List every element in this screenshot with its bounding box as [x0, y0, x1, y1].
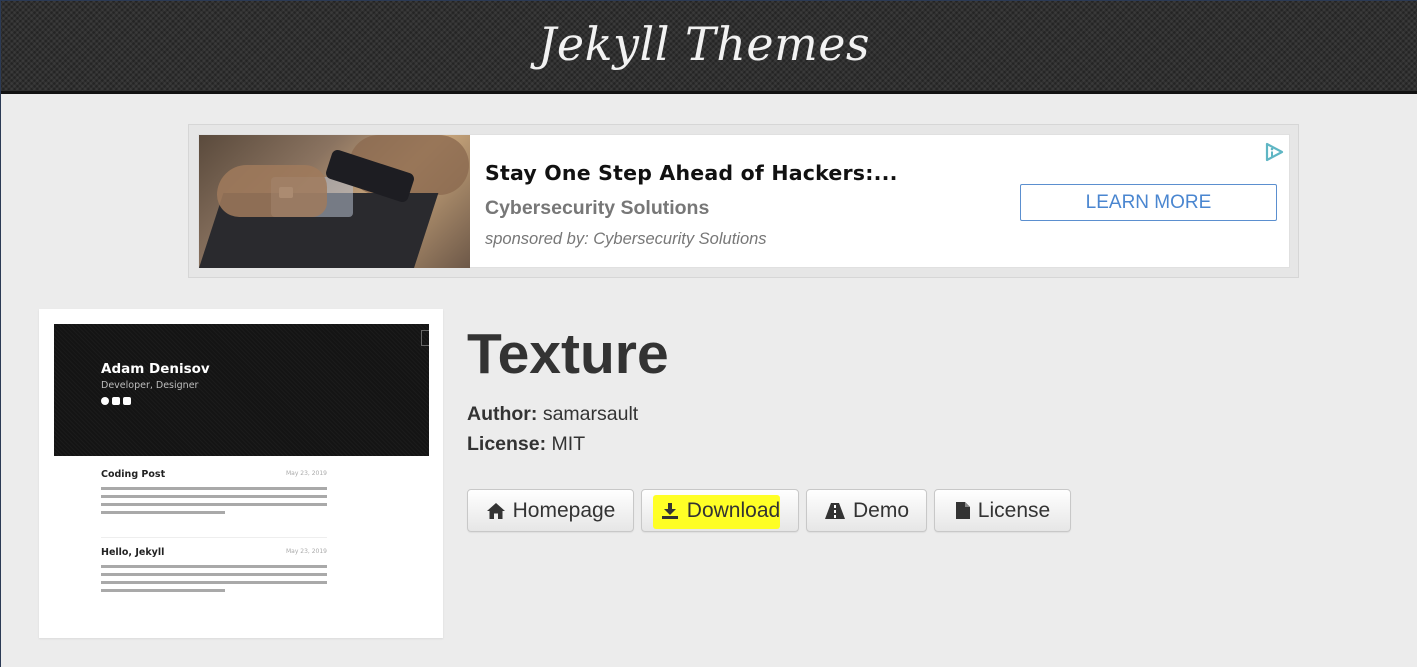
- preview-hero: Adam Denisov Developer, Designer: [54, 324, 429, 456]
- license-value: MIT: [551, 433, 586, 455]
- learn-more-button[interactable]: LEARN MORE: [1020, 184, 1277, 221]
- theme-actions: Homepage Download Demo License: [467, 489, 1071, 532]
- license-label: License:: [467, 433, 547, 455]
- homepage-button[interactable]: Homepage: [467, 489, 634, 532]
- site-title-link[interactable]: Jekyll Themes: [538, 17, 870, 71]
- ad-choices-icon[interactable]: [1263, 141, 1285, 163]
- linkedin-icon: [112, 397, 120, 405]
- ad-image[interactable]: [199, 135, 470, 268]
- home-icon: [486, 502, 505, 519]
- author-value: samarsault: [542, 403, 639, 425]
- preview-post: Coding Post May 23, 2019: [101, 469, 327, 519]
- author-label: Author:: [467, 403, 538, 425]
- theme-title: Texture: [467, 322, 669, 386]
- license-button[interactable]: License: [934, 489, 1071, 532]
- preview-social-icons: [101, 397, 131, 405]
- author-line: Author: samarsault: [467, 403, 638, 426]
- download-button[interactable]: Download: [641, 489, 799, 532]
- ad-headline[interactable]: Stay One Step Ahead of Hackers:...: [485, 161, 898, 185]
- road-icon: [824, 502, 845, 519]
- ad-sponsor: sponsored by: Cybersecurity Solutions: [485, 230, 767, 248]
- preview-post: Hello, Jekyll May 23, 2019: [101, 547, 327, 597]
- ad-content[interactable]: Stay One Step Ahead of Hackers:... Cyber…: [198, 134, 1290, 268]
- demo-label: Demo: [852, 498, 910, 522]
- preview-author-role: Developer, Designer: [101, 380, 199, 391]
- twitter-icon: [123, 397, 131, 405]
- ad-banner: Stay One Step Ahead of Hackers:... Cyber…: [188, 124, 1299, 278]
- github-icon: [101, 397, 109, 405]
- site-header: Jekyll Themes: [1, 1, 1417, 94]
- preview-post-date: May 23, 2019: [285, 548, 327, 555]
- download-label: Download: [686, 498, 781, 522]
- license-line: License: MIT: [467, 433, 585, 456]
- ad-subtitle[interactable]: Cybersecurity Solutions: [485, 197, 709, 220]
- download-icon: [661, 502, 678, 519]
- demo-button[interactable]: Demo: [806, 489, 927, 532]
- license-button-label: License: [977, 498, 1051, 522]
- file-icon: [955, 502, 970, 519]
- page: Jekyll Themes Stay One Step Ahead of Hac…: [0, 0, 1417, 667]
- preview-post-date: May 23, 2019: [285, 470, 327, 477]
- preview-author-name: Adam Denisov: [101, 361, 210, 377]
- theme-preview-card[interactable]: Adam Denisov Developer, Designer Coding …: [39, 309, 443, 638]
- homepage-label: Homepage: [512, 498, 616, 522]
